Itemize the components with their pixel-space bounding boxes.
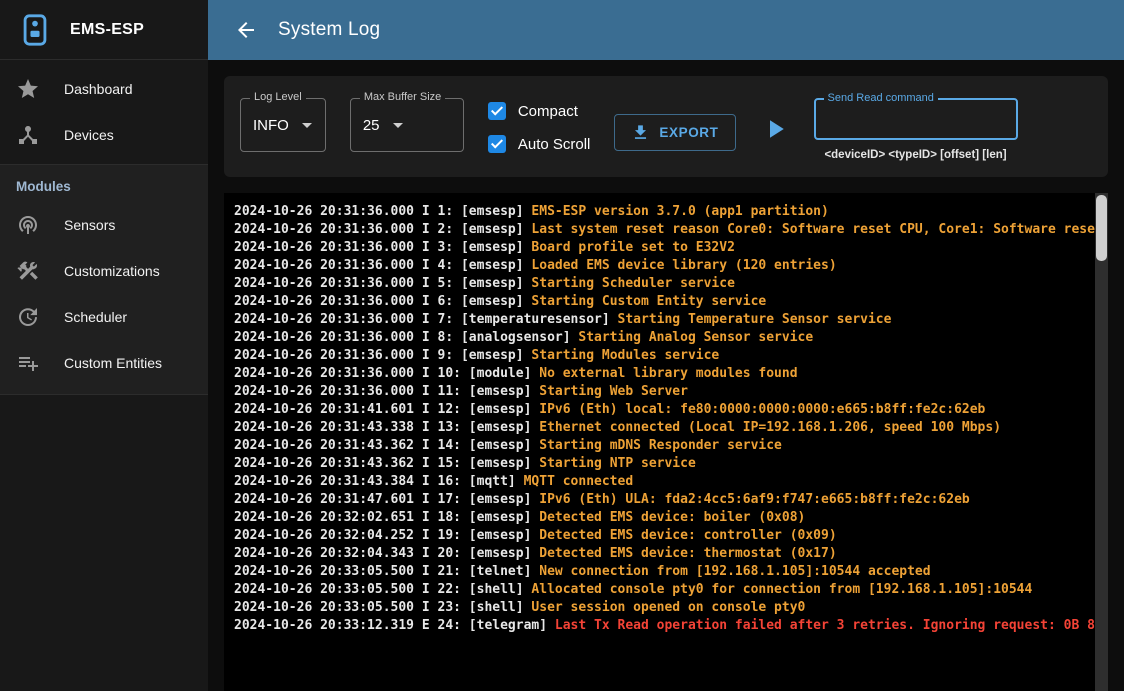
play-arrow-icon [760,114,790,144]
sidebar-nav: Dashboard Devices [0,60,208,164]
log-line: 2024-10-26 20:33:12.319 E 24: [telegram]… [234,617,1094,635]
send-command-group: Send Read command <deviceID> <typeID> [o… [814,98,1018,161]
sidebar-item-label: Customizations [64,263,160,279]
send-command-field: Send Read command [814,98,1018,140]
chevron-down-icon [386,113,410,137]
log-level-value: INFO [253,117,289,134]
send-command-input[interactable] [826,111,1006,127]
sidebar-item-dashboard[interactable]: Dashboard [0,66,208,112]
log-toggles: Compact Auto Scroll [488,98,591,153]
sidebar-item-label: Sensors [64,217,115,233]
log-line: 2024-10-26 20:31:43.362 I 14: [emsesp] S… [234,437,1094,455]
download-icon [631,123,650,142]
sidebar-modules-section: Modules Sensors Customizations Scheduler [0,164,208,395]
topbar: System Log [208,0,1124,60]
sidebar-item-sensors[interactable]: Sensors [0,202,208,248]
app-name: EMS-ESP [70,21,144,39]
app-logo-icon [16,11,54,49]
page-title: System Log [278,19,380,41]
export-button[interactable]: EXPORT [614,114,735,151]
sidebar-item-label: Dashboard [64,81,133,97]
log-line: 2024-10-26 20:32:02.651 I 18: [emsesp] D… [234,509,1094,527]
send-command-button[interactable] [760,114,790,144]
star-icon [16,77,40,101]
send-command-helper-text: <deviceID> <typeID> [offset] [len] [814,149,1018,161]
sensors-icon [16,213,40,237]
device-hub-icon [16,123,40,147]
sidebar-item-devices[interactable]: Devices [0,112,208,158]
auto-scroll-label: Auto Scroll [518,136,591,153]
playlist-add-icon [16,351,40,375]
sidebar-item-custom-entities[interactable]: Custom Entities [0,340,208,386]
log-line: 2024-10-26 20:31:36.000 I 4: [emsesp] Lo… [234,257,1094,275]
log-line: 2024-10-26 20:31:36.000 I 11: [emsesp] S… [234,383,1094,401]
content: Log Level INFO Max Buffer Size 25 [208,60,1124,691]
schedule-update-icon [16,305,40,329]
sidebar-item-customizations[interactable]: Customizations [0,248,208,294]
send-command-label: Send Read command [824,92,938,104]
main-area: System Log Log Level INFO Max Buffer Siz… [208,0,1124,691]
modules-section-header: Modules [0,165,208,202]
sidebar-item-label: Devices [64,127,114,143]
scrollbar-thumb[interactable] [1096,195,1107,261]
app: EMS-ESP Dashboard Devices Modules [0,0,1124,691]
log-panel: 2024-10-26 20:31:36.000 I 1: [emsesp] EM… [224,193,1108,691]
construction-icon [16,259,40,283]
log-line: 2024-10-26 20:33:05.500 I 23: [shell] Us… [234,599,1094,617]
log-scrollbar[interactable] [1095,193,1108,691]
log-line: 2024-10-26 20:31:47.601 I 17: [emsesp] I… [234,491,1094,509]
log-level-select[interactable]: Log Level INFO [240,98,326,152]
back-button[interactable] [234,18,258,42]
log-line: 2024-10-26 20:31:36.000 I 9: [emsesp] St… [234,347,1094,365]
log-line: 2024-10-26 20:31:43.384 I 16: [mqtt] MQT… [234,473,1094,491]
log-line: 2024-10-26 20:32:04.343 I 20: [emsesp] D… [234,545,1094,563]
max-buffer-size-label: Max Buffer Size [360,91,445,103]
sidebar-header: EMS-ESP [0,0,208,60]
log-line: 2024-10-26 20:32:04.252 I 19: [emsesp] D… [234,527,1094,545]
log-lines: 2024-10-26 20:31:36.000 I 1: [emsesp] EM… [234,203,1094,635]
log-line: 2024-10-26 20:31:43.362 I 15: [emsesp] S… [234,455,1094,473]
log-line: 2024-10-26 20:31:43.338 I 13: [emsesp] E… [234,419,1094,437]
log-line: 2024-10-26 20:31:36.000 I 8: [analogsens… [234,329,1094,347]
log-line: 2024-10-26 20:31:36.000 I 5: [emsesp] St… [234,275,1094,293]
log-controls-card: Log Level INFO Max Buffer Size 25 [224,76,1108,177]
log-line: 2024-10-26 20:31:36.000 I 3: [emsesp] Bo… [234,239,1094,257]
log-line: 2024-10-26 20:31:36.000 I 6: [emsesp] St… [234,293,1094,311]
log-line: 2024-10-26 20:31:41.601 I 12: [emsesp] I… [234,401,1094,419]
checkbox-checked-icon [488,135,506,153]
sidebar-item-label: Scheduler [64,309,127,325]
export-button-label: EXPORT [659,125,718,140]
sidebar: EMS-ESP Dashboard Devices Modules [0,0,208,691]
arrow-back-icon [234,30,258,45]
max-buffer-size-select[interactable]: Max Buffer Size 25 [350,98,464,152]
log-line: 2024-10-26 20:31:36.000 I 2: [emsesp] La… [234,221,1094,239]
log-line: 2024-10-26 20:33:05.500 I 21: [telnet] N… [234,563,1094,581]
log-level-label: Log Level [250,91,306,103]
log-line: 2024-10-26 20:31:36.000 I 7: [temperatur… [234,311,1094,329]
log-line: 2024-10-26 20:31:36.000 I 10: [module] N… [234,365,1094,383]
compact-label: Compact [518,103,578,120]
log-line: 2024-10-26 20:31:36.000 I 1: [emsesp] EM… [234,203,1094,221]
chevron-down-icon [295,113,319,137]
log-line: 2024-10-26 20:33:05.500 I 22: [shell] Al… [234,581,1094,599]
max-buffer-size-value: 25 [363,117,380,134]
auto-scroll-checkbox[interactable]: Auto Scroll [488,135,591,153]
sidebar-item-scheduler[interactable]: Scheduler [0,294,208,340]
checkbox-checked-icon [488,102,506,120]
compact-checkbox[interactable]: Compact [488,102,591,120]
sidebar-item-label: Custom Entities [64,355,162,371]
